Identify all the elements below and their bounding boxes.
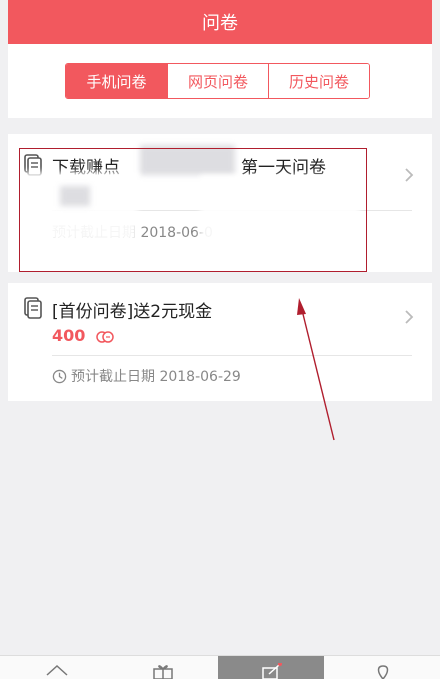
coin-icon <box>96 331 114 343</box>
nav-home[interactable] <box>0 656 106 679</box>
survey-card[interactable]: [首份问卷]送2元现金 400 预计截止日期 2018-06-29 <box>8 283 432 401</box>
tab-mobile-survey[interactable]: 手机问卷 <box>66 64 167 98</box>
chevron-right-icon <box>405 168 414 182</box>
nav-gift[interactable] <box>110 656 216 679</box>
nav-location[interactable] <box>330 656 436 679</box>
survey-title: [首份问卷]送2元现金 <box>52 302 213 322</box>
home-icon <box>46 664 68 676</box>
survey-deadline: 预计截止日期 2018-06-29 <box>52 366 241 386</box>
divider <box>52 355 412 356</box>
chevron-right-icon <box>405 310 414 324</box>
survey-points: 400 <box>52 326 86 345</box>
location-icon <box>377 665 389 679</box>
edit-icon <box>262 663 282 679</box>
tab-bar: 手机问卷 网页问卷 历史问卷 <box>65 63 370 99</box>
gift-icon <box>153 665 173 679</box>
deadline-text: 预计截止日期 2018-06-29 <box>71 369 241 385</box>
annotation-highlight <box>19 148 367 272</box>
bottom-nav <box>0 655 440 679</box>
tab-web-survey[interactable]: 网页问卷 <box>167 64 268 98</box>
tab-history-survey[interactable]: 历史问卷 <box>268 64 369 98</box>
page-title: 问卷 <box>202 13 238 34</box>
document-icon <box>24 297 42 319</box>
tab-bar-container: 手机问卷 网页问卷 历史问卷 <box>8 44 432 118</box>
clock-icon <box>52 369 67 384</box>
app-header: 问卷 <box>8 0 432 44</box>
nav-survey[interactable] <box>218 656 324 679</box>
